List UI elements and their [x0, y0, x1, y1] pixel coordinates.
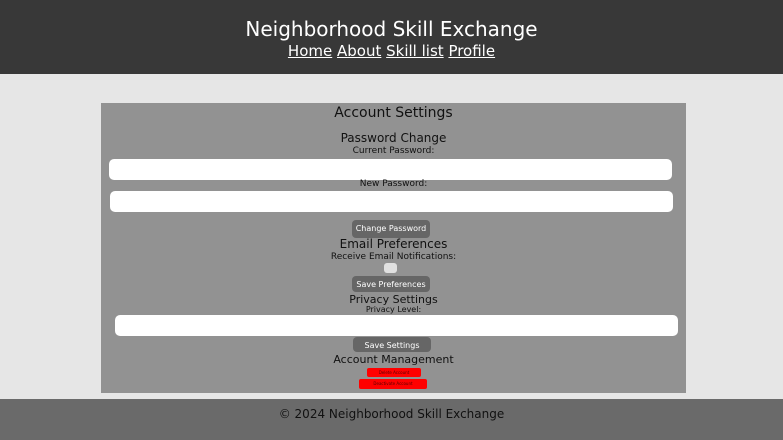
save-preferences-button[interactable]: Save Preferences — [352, 276, 430, 292]
new-password-input[interactable] — [110, 191, 673, 212]
account-settings-panel: Account Settings Password Change Current… — [101, 103, 686, 393]
site-footer: © 2024 Neighborhood Skill Exchange — [0, 399, 783, 440]
current-password-label: Current Password: — [352, 146, 435, 156]
deactivate-account-button[interactable]: Deactivate Account — [359, 379, 427, 389]
site-title: Neighborhood Skill Exchange — [245, 17, 538, 41]
nav-link-profile[interactable]: Profile — [448, 42, 495, 60]
nav-link-home[interactable]: Home — [288, 42, 332, 60]
email-notifications-checkbox[interactable] — [384, 263, 397, 273]
privacy-level-label: Privacy Level: — [365, 305, 422, 314]
site-header: Neighborhood Skill Exchange Home About S… — [0, 0, 783, 74]
new-password-label: New Password: — [359, 179, 428, 189]
change-password-button[interactable]: Change Password — [352, 220, 430, 238]
email-preferences-heading: Email Preferences — [339, 237, 448, 251]
privacy-level-select[interactable] — [115, 315, 678, 336]
page-title: Account Settings — [334, 105, 453, 121]
main-nav: Home About Skill list Profile — [0, 42, 783, 60]
current-password-input[interactable] — [109, 159, 672, 180]
nav-link-about[interactable]: About — [337, 42, 381, 60]
footer-copyright: © 2024 Neighborhood Skill Exchange — [278, 407, 505, 421]
delete-account-button[interactable]: Delete Account — [367, 368, 421, 377]
account-management-heading: Account Management — [333, 353, 454, 366]
nav-link-skill-list[interactable]: Skill list — [386, 42, 444, 60]
save-settings-button[interactable]: Save Settings — [353, 337, 431, 352]
password-change-heading: Password Change — [340, 131, 447, 145]
email-notifications-label: Receive Email Notifications: — [330, 252, 457, 262]
